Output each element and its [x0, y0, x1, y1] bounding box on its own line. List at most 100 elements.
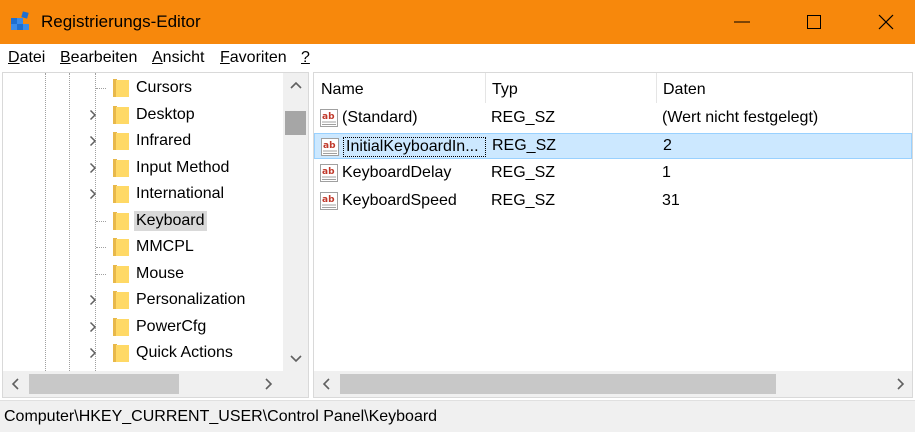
values-list-pane[interactable]: Name Typ Daten ab (Standard) REG_SZ (Wert n… [313, 72, 913, 398]
close-button[interactable] [857, 0, 915, 44]
expand-chevron-icon[interactable] [89, 135, 97, 147]
folder-icon [113, 158, 129, 177]
svg-text:ab: ab [322, 167, 335, 177]
column-header-name[interactable]: Name [321, 73, 364, 103]
scroll-left-icon[interactable] [11, 378, 19, 390]
maximize-icon [807, 15, 821, 29]
value-data: 31 [662, 191, 680, 209]
expand-chevron-icon[interactable] [89, 294, 97, 306]
scroll-left-icon[interactable] [322, 378, 330, 390]
value-row[interactable]: ab InitialKeyboardIn... REG_SZ 2 [314, 132, 912, 159]
column-divider[interactable] [656, 73, 657, 103]
tree-node[interactable]: Infrared [3, 128, 283, 154]
tree-node[interactable]: PowerCfg [3, 314, 283, 340]
value-row[interactable]: ab (Standard) REG_SZ (Wert nicht festgelegt… [314, 105, 912, 131]
scrollbar-corner [283, 371, 308, 397]
tree-node[interactable]: MMCPL [3, 234, 283, 260]
menu-file[interactable]: Datei [8, 49, 45, 67]
svg-text:ab: ab [323, 141, 336, 151]
value-type: REG_SZ [491, 164, 556, 181]
expand-chevron-icon[interactable] [89, 347, 97, 359]
folder-icon [113, 291, 129, 309]
registry-editor-icon [11, 11, 29, 30]
tree-node-label: Desktop [136, 105, 195, 123]
status-bar: Computer\HKEY_CURRENT_USER\Control Panel… [0, 400, 915, 432]
window-title: Registrierungs-Editor [41, 12, 201, 31]
maximize-button[interactable] [785, 0, 843, 44]
expand-chevron-icon[interactable] [89, 321, 97, 333]
column-header-type[interactable]: Typ [492, 73, 518, 103]
tree-node[interactable]: International [3, 181, 283, 207]
tree-horizontal-scroll-thumb[interactable] [29, 374, 179, 394]
tree-node-label: Mouse [136, 264, 185, 282]
menu-help[interactable]: ? [301, 49, 310, 67]
expand-chevron-icon[interactable] [89, 188, 97, 200]
tree-node-label: PowerCfg [136, 317, 207, 335]
tree-guide-line [96, 273, 106, 275]
tree-node[interactable]: Quick Actions [3, 340, 283, 366]
tree-node[interactable]: Personalization [3, 287, 283, 313]
tree-vertical-scroll-thumb[interactable] [285, 111, 306, 135]
svg-text:ab: ab [322, 195, 335, 205]
tree-node-label: MMCPL [136, 238, 194, 255]
value-type: REG_SZ [491, 109, 556, 126]
minimize-icon [734, 21, 750, 23]
tree-guide-line [96, 247, 106, 248]
string-value-icon: ab [321, 137, 339, 156]
tree-node[interactable]: Input Method [3, 155, 283, 181]
value-name: (Standard) [342, 109, 418, 126]
tree-node-label: Personalization [136, 291, 246, 308]
value-data: 2 [663, 136, 672, 154]
tree-node-label: Keyboard [134, 210, 207, 231]
string-value-icon: ab [320, 164, 338, 182]
tree-node-label: Cursors [136, 79, 193, 96]
tree-vertical-scrollbar[interactable] [283, 73, 308, 371]
column-divider[interactable] [485, 73, 486, 103]
folder-icon [113, 264, 129, 283]
tree-node[interactable]: Mouse [3, 261, 283, 287]
menu-view[interactable]: Ansicht [152, 49, 204, 67]
folder-icon [113, 132, 129, 150]
folder-icon [113, 105, 129, 124]
column-header-data[interactable]: Daten [663, 73, 706, 103]
value-name: InitialKeyboardIn... [343, 136, 486, 157]
expand-chevron-icon[interactable] [89, 162, 97, 174]
values-horizontal-scrollbar[interactable] [314, 371, 912, 397]
value-type: REG_SZ [491, 191, 556, 209]
menu-edit[interactable]: Bearbeiten [60, 49, 137, 67]
menu-bar: Datei Bearbeiten Ansicht Favoriten ? [0, 44, 915, 72]
tree-horizontal-scrollbar[interactable] [3, 371, 308, 397]
key-tree-pane[interactable]: Cursors Desktop Infrared Input Method Intern… [2, 72, 309, 398]
value-type: REG_SZ [492, 136, 557, 154]
values-horizontal-scroll-thumb[interactable] [340, 374, 776, 394]
value-row[interactable]: ab KeyboardSpeed REG_SZ 31 [314, 188, 912, 214]
minimize-button[interactable] [713, 0, 771, 44]
tree-node[interactable]: Keyboard [3, 208, 283, 234]
scroll-up-icon[interactable] [290, 81, 302, 89]
tree-node[interactable]: Desktop [3, 102, 283, 128]
value-data: 1 [662, 164, 671, 181]
scroll-right-icon[interactable] [265, 378, 273, 390]
scroll-right-icon[interactable] [897, 378, 905, 390]
value-row[interactable]: ab KeyboardDelay REG_SZ 1 [314, 160, 912, 186]
value-data: (Wert nicht festgelegt) [662, 109, 819, 126]
folder-icon [113, 185, 129, 203]
folder-icon [113, 344, 129, 362]
folder-icon [113, 211, 129, 230]
folder-icon [113, 238, 129, 256]
key-path: Computer\HKEY_CURRENT_USER\Control Panel… [4, 408, 438, 425]
tree-node[interactable]: Cursors [3, 75, 283, 101]
folder-icon [113, 317, 129, 336]
tree-guide-line [96, 220, 106, 222]
value-name: KeyboardDelay [342, 164, 452, 181]
tree-node-label: Quick Actions [136, 344, 233, 361]
title-bar[interactable]: Registrierungs-Editor [0, 0, 915, 44]
scroll-down-icon[interactable] [290, 355, 302, 363]
string-value-icon: ab [320, 109, 338, 127]
value-name: KeyboardSpeed [342, 191, 457, 209]
expand-chevron-icon[interactable] [89, 109, 97, 121]
folder-icon [113, 79, 129, 97]
svg-text:ab: ab [322, 112, 335, 122]
menu-favorites[interactable]: Favoriten [220, 49, 287, 67]
close-icon [878, 14, 894, 30]
